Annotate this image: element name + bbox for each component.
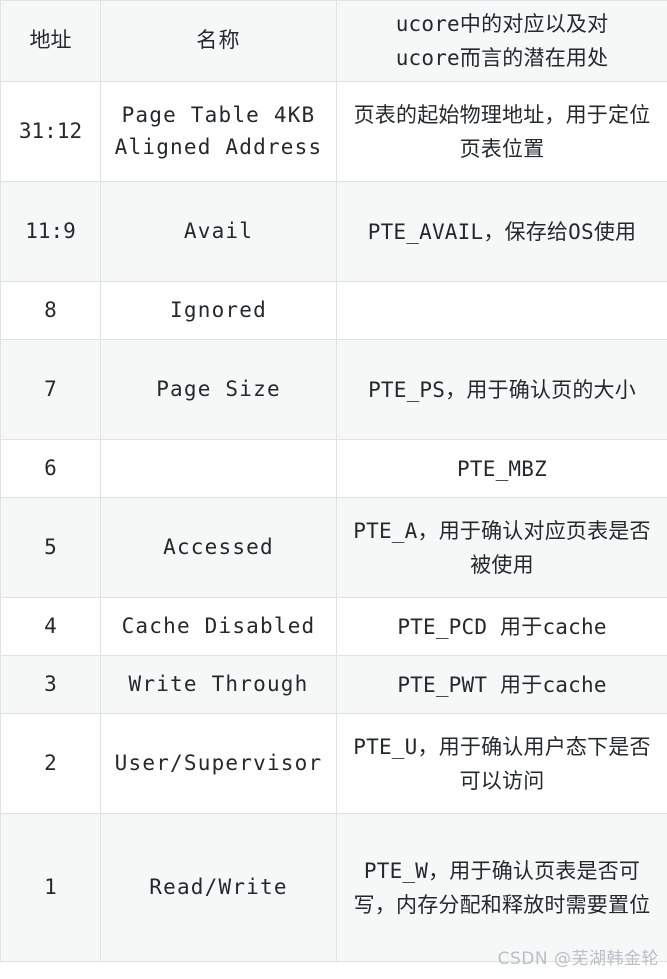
table-row: 1 Read/Write PTE_W，用于确认页表是否可写，内存分配和释放时需要…	[0, 813, 667, 963]
cell-usage: PTE_PWT 用于cache	[336, 655, 667, 715]
cell-name: Write Through	[100, 655, 337, 715]
cell-name: Avail	[100, 181, 337, 283]
cell-address: 1	[0, 813, 101, 963]
table-row: 5 Accessed PTE_A，用于确认对应页表是否被使用	[0, 497, 667, 599]
table-row: 11:9 Avail PTE_AVAIL，保存给OS使用	[0, 181, 667, 283]
column-header-usage-line1: ucore中的对应以及对	[395, 12, 609, 36]
cell-address: 3	[0, 655, 101, 715]
cell-usage: PTE_W，用于确认页表是否可写，内存分配和释放时需要置位	[336, 813, 667, 963]
table-row: 8 Ignored	[0, 281, 667, 341]
cell-name: Ignored	[100, 281, 337, 341]
cell-name: Accessed	[100, 497, 337, 599]
table-row: 2 User/Supervisor PTE_U，用于确认用户态下是否可以访问	[0, 713, 667, 815]
table-row: 3 Write Through PTE_PWT 用于cache	[0, 655, 667, 715]
column-header-usage: ucore中的对应以及对 ucore而言的潜在用处	[336, 0, 667, 83]
table-row: 31:12 Page Table 4KB Aligned Address 页表的…	[0, 81, 667, 183]
cell-name: Cache Disabled	[100, 597, 337, 657]
cell-address: 8	[0, 281, 101, 341]
cell-address: 5	[0, 497, 101, 599]
cell-usage: PTE_U，用于确认用户态下是否可以访问	[336, 713, 667, 815]
table-header-row: 地址 名称 ucore中的对应以及对 ucore而言的潜在用处	[0, 0, 667, 83]
cell-address: 4	[0, 597, 101, 657]
column-header-name: 名称	[100, 0, 337, 83]
table-row: 7 Page Size PTE_PS，用于确认页的大小	[0, 339, 667, 441]
cell-address: 7	[0, 339, 101, 441]
cell-usage: PTE_A，用于确认对应页表是否被使用	[336, 497, 667, 599]
cell-usage: PTE_PS，用于确认页的大小	[336, 339, 667, 441]
cell-address: 6	[0, 439, 101, 499]
cell-usage: 页表的起始物理地址，用于定位页表位置	[336, 81, 667, 183]
cell-usage: PTE_AVAIL，保存给OS使用	[336, 181, 667, 283]
cell-usage	[336, 281, 667, 341]
cell-name: Read/Write	[100, 813, 337, 963]
table-body: 31:12 Page Table 4KB Aligned Address 页表的…	[0, 81, 667, 963]
column-header-address: 地址	[0, 0, 101, 83]
table-header: 地址 名称 ucore中的对应以及对 ucore而言的潜在用处	[0, 0, 667, 83]
page-root: 地址 名称 ucore中的对应以及对 ucore而言的潜在用处 31:12 Pa…	[0, 0, 667, 979]
cell-name: User/Supervisor	[100, 713, 337, 815]
cell-usage: PTE_MBZ	[336, 439, 667, 499]
cell-usage: PTE_PCD 用于cache	[336, 597, 667, 657]
cell-address: 31:12	[0, 81, 101, 183]
cell-name	[100, 439, 337, 499]
column-header-usage-line2: ucore而言的潜在用处	[395, 46, 609, 71]
page-table-entry-table: 地址 名称 ucore中的对应以及对 ucore而言的潜在用处 31:12 Pa…	[0, 0, 667, 963]
cell-name: Page Size	[100, 339, 337, 441]
table-row: 4 Cache Disabled PTE_PCD 用于cache	[0, 597, 667, 657]
table-row: 6 PTE_MBZ	[0, 439, 667, 499]
cell-name: Page Table 4KB Aligned Address	[100, 81, 337, 183]
cell-address: 2	[0, 713, 101, 815]
cell-address: 11:9	[0, 181, 101, 283]
